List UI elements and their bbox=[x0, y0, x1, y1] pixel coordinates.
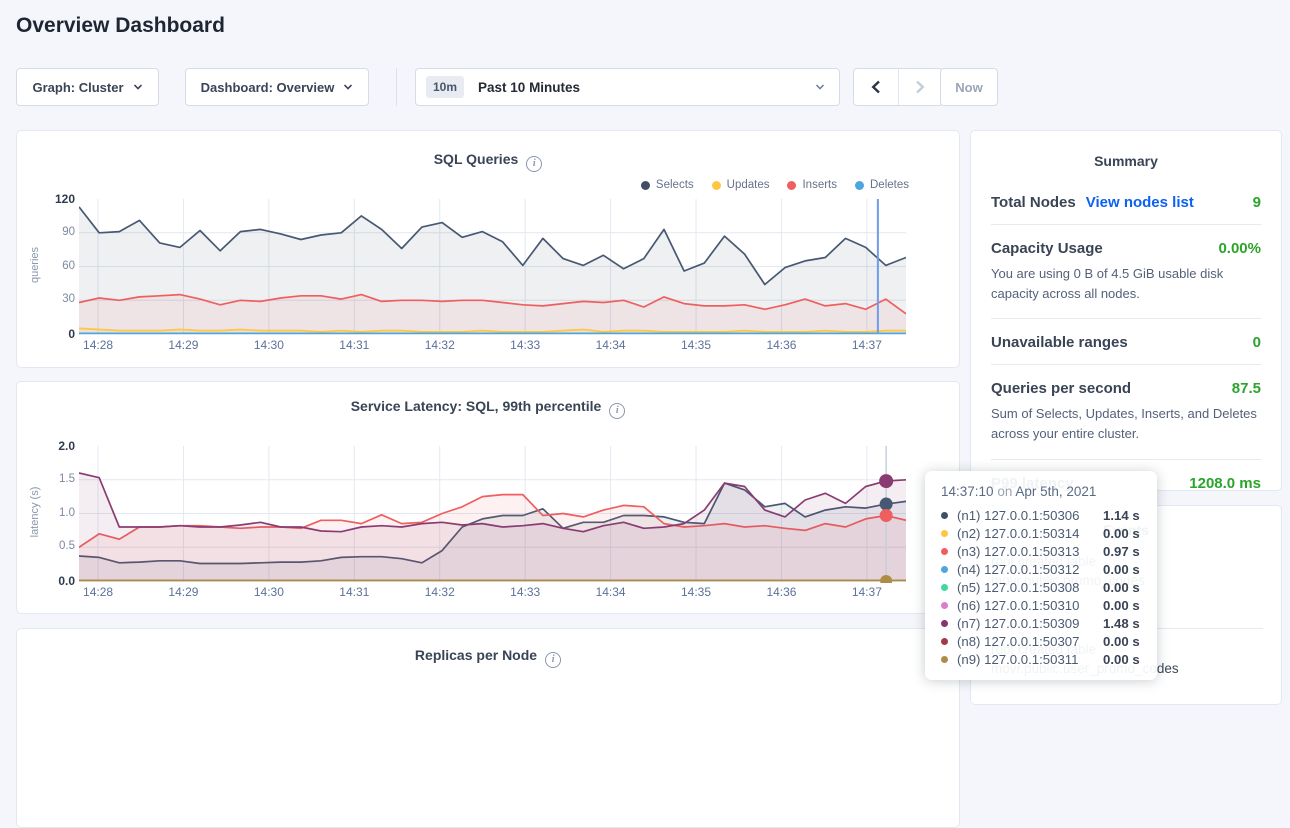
queries-per-second-value: 87.5 bbox=[1232, 380, 1261, 397]
step-back-button[interactable] bbox=[854, 69, 898, 105]
total-nodes-row: Total Nodes View nodes list 9 bbox=[991, 179, 1261, 224]
node-series-dot bbox=[941, 548, 948, 555]
updates-series-dot bbox=[712, 181, 721, 190]
unavailable-ranges-value: 0 bbox=[1253, 334, 1261, 351]
tooltip-timestamp: 14:37:10 on Apr 5th, 2021 bbox=[941, 484, 1143, 499]
legend-item-deletes: Deletes bbox=[855, 179, 909, 191]
node-label: (n8) 127.0.0.1:50307 bbox=[957, 634, 1103, 649]
node-latency-value: 0.00 s bbox=[1103, 598, 1140, 613]
tooltip-row: (n7) 127.0.0.1:503091.48 s bbox=[941, 614, 1143, 632]
x-axis-tick-labels: 14:2814:2914:3014:3114:3214:3314:3414:35… bbox=[79, 585, 906, 601]
node-label: (n6) 127.0.0.1:50310 bbox=[957, 598, 1103, 613]
deletes-series-dot bbox=[855, 181, 864, 190]
node-label: (n9) 127.0.0.1:50311 bbox=[957, 652, 1103, 667]
chevron-down-icon bbox=[343, 82, 353, 92]
node-label: (n7) 127.0.0.1:50309 bbox=[957, 616, 1103, 631]
view-nodes-list-link[interactable]: View nodes list bbox=[1086, 194, 1194, 211]
node-series-dot bbox=[941, 584, 948, 591]
node-series-dot bbox=[941, 656, 948, 663]
chevron-down-icon bbox=[133, 82, 143, 92]
inserts-series-dot bbox=[787, 181, 796, 190]
total-nodes-label: Total Nodes bbox=[991, 194, 1076, 211]
capacity-usage-description: You are using 0 B of 4.5 GiB usable disk… bbox=[991, 264, 1261, 318]
node-label: (n4) 127.0.0.1:50312 bbox=[957, 562, 1103, 577]
unavailable-ranges-row: Unavailable ranges 0 bbox=[991, 319, 1261, 364]
node-series-dot bbox=[941, 512, 948, 519]
info-icon[interactable]: i bbox=[545, 652, 561, 668]
tooltip-row: (n1) 127.0.0.1:503061.14 s bbox=[941, 506, 1143, 524]
page-title: Overview Dashboard bbox=[16, 14, 225, 38]
tooltip-node-values: (n1) 127.0.0.1:503061.14 s(n2) 127.0.0.1… bbox=[941, 506, 1143, 668]
service-latency-plot[interactable] bbox=[79, 446, 906, 583]
node-latency-value: 0.00 s bbox=[1103, 562, 1140, 577]
node-series-dot bbox=[941, 530, 948, 537]
legend-item-updates: Updates bbox=[712, 179, 770, 191]
chevron-right-icon bbox=[914, 80, 926, 94]
tooltip-row: (n3) 127.0.0.1:503130.97 s bbox=[941, 542, 1143, 560]
service-latency-chart-title: Service Latency: SQL, 99th percentile bbox=[351, 398, 602, 414]
node-label: (n3) 127.0.0.1:50313 bbox=[957, 544, 1103, 559]
dashboard-dropdown[interactable]: Dashboard: Overview bbox=[185, 68, 369, 106]
summary-panel: Summary Total Nodes View nodes list 9 Ca… bbox=[970, 130, 1282, 491]
x-axis-tick-labels: 14:2814:2914:3014:3114:3214:3314:3414:35… bbox=[79, 338, 906, 354]
graph-scope-label: Graph: Cluster bbox=[32, 80, 123, 95]
graph-scope-dropdown[interactable]: Graph: Cluster bbox=[16, 68, 159, 106]
tooltip-row: (n8) 127.0.0.1:503070.00 s bbox=[941, 632, 1143, 650]
node-series-dot bbox=[941, 620, 948, 627]
step-forward-button[interactable] bbox=[898, 69, 943, 105]
node-latency-value: 0.00 s bbox=[1103, 526, 1140, 541]
replicas-chart-title: Replicas per Node bbox=[415, 647, 537, 663]
tooltip-row: (n9) 127.0.0.1:503110.00 s bbox=[941, 650, 1143, 668]
service-latency-card: Service Latency: SQL, 99th percentilei l… bbox=[16, 381, 960, 614]
chevron-left-icon bbox=[870, 80, 882, 94]
node-latency-value: 0.00 s bbox=[1103, 580, 1140, 595]
time-step-buttons bbox=[853, 68, 943, 106]
node-label: (n1) 127.0.0.1:50306 bbox=[957, 508, 1103, 523]
summary-title: Summary bbox=[971, 131, 1281, 169]
time-range-badge: 10m bbox=[426, 76, 464, 98]
node-label: (n2) 127.0.0.1:50314 bbox=[957, 526, 1103, 541]
node-latency-value: 1.14 s bbox=[1103, 508, 1140, 523]
tooltip-row: (n4) 127.0.0.1:503120.00 s bbox=[941, 560, 1143, 578]
queries-per-second-label: Queries per second bbox=[991, 380, 1131, 397]
total-nodes-value: 9 bbox=[1253, 194, 1261, 211]
sql-queries-plot[interactable] bbox=[79, 199, 906, 336]
legend-item-inserts: Inserts bbox=[787, 179, 837, 191]
time-range-selector[interactable]: 10m Past 10 Minutes bbox=[415, 68, 840, 106]
y-axis-tick-labels: 0306090120 bbox=[35, 191, 75, 342]
queries-per-second-description: Sum of Selects, Updates, Inserts, and De… bbox=[991, 404, 1261, 458]
node-latency-value: 0.97 s bbox=[1103, 544, 1140, 559]
toolbar: Graph: Cluster Dashboard: Overview 10m P… bbox=[0, 68, 1290, 106]
dashboard-label: Dashboard: Overview bbox=[201, 80, 335, 95]
capacity-usage-value: 0.00% bbox=[1218, 240, 1261, 257]
capacity-usage-label: Capacity Usage bbox=[991, 240, 1103, 257]
info-icon[interactable]: i bbox=[609, 403, 625, 419]
node-series-dot bbox=[941, 638, 948, 645]
replicas-per-node-card: Replicas per Node i bbox=[16, 628, 960, 828]
tooltip-row: (n6) 127.0.0.1:503100.00 s bbox=[941, 596, 1143, 614]
sql-queries-legend: Selects Updates Inserts Deletes bbox=[641, 179, 909, 191]
chevron-down-icon bbox=[815, 82, 825, 92]
p99-latency-value: 1208.0 ms bbox=[1189, 475, 1261, 492]
node-latency-value: 0.00 s bbox=[1103, 652, 1140, 667]
info-icon[interactable]: i bbox=[526, 156, 542, 172]
node-series-dot bbox=[941, 566, 948, 573]
node-label: (n5) 127.0.0.1:50308 bbox=[957, 580, 1103, 595]
unavailable-ranges-label: Unavailable ranges bbox=[991, 334, 1128, 351]
sql-queries-chart-title: SQL Queries bbox=[434, 151, 519, 167]
chart-hover-tooltip: 14:37:10 on Apr 5th, 2021 (n1) 127.0.0.1… bbox=[925, 471, 1157, 680]
selects-series-dot bbox=[641, 181, 650, 190]
node-series-dot bbox=[941, 602, 948, 609]
node-latency-value: 0.00 s bbox=[1103, 634, 1140, 649]
sql-queries-card: SQL Queries i Selects Updates Inserts Del… bbox=[16, 130, 960, 368]
y-axis-tick-labels: 0.00.51.01.52.0 bbox=[35, 438, 75, 589]
time-range-label: Past 10 Minutes bbox=[478, 80, 580, 95]
legend-item-selects: Selects bbox=[641, 179, 694, 191]
now-button[interactable]: Now bbox=[940, 68, 998, 106]
tooltip-row: (n2) 127.0.0.1:503140.00 s bbox=[941, 524, 1143, 542]
toolbar-divider bbox=[396, 68, 397, 106]
node-latency-value: 1.48 s bbox=[1103, 616, 1140, 631]
tooltip-row: (n5) 127.0.0.1:503080.00 s bbox=[941, 578, 1143, 596]
